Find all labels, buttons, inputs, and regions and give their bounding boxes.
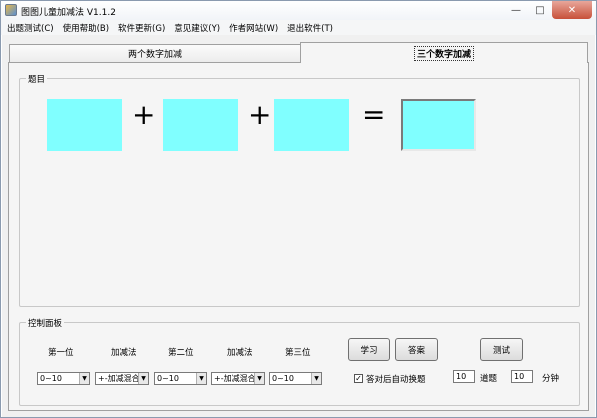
tab-three-numbers-label: 三个数字加减	[413, 45, 474, 61]
operator-1: +	[132, 98, 156, 131]
label-first-digit: 第一位	[48, 348, 74, 358]
third-digit-select[interactable]: 0~10 ▼	[269, 372, 322, 385]
time-limit-unit: 分钟	[542, 374, 560, 384]
maximize-icon[interactable]: □	[528, 1, 552, 19]
menu-update[interactable]: 软件更新(G)	[118, 22, 165, 34]
menu-help[interactable]: 使用帮助(B)	[63, 22, 109, 34]
title-bar[interactable]: 图图儿童加减法 V1.1.2 — □ ✕	[1, 1, 596, 20]
learn-button[interactable]: 学习	[348, 338, 390, 361]
control-legend: 控制面板	[26, 317, 65, 329]
test-button[interactable]: 测试	[480, 338, 523, 361]
window-controls: — □ ✕	[504, 1, 592, 19]
op-2-select[interactable]: +-加减混合 ▼	[211, 372, 265, 385]
chevron-down-icon: ▼	[254, 373, 264, 384]
chevron-down-icon: ▼	[311, 373, 321, 384]
third-number-box	[274, 99, 349, 151]
label-second-digit: 第二位	[168, 348, 194, 358]
first-number-box	[47, 99, 122, 151]
minimize-icon[interactable]: —	[504, 1, 528, 19]
tab-two-numbers[interactable]: 两个数字加减	[9, 44, 301, 62]
menu-website[interactable]: 作者网站(W)	[229, 22, 278, 34]
app-icon	[5, 4, 17, 16]
tab-panel: 题目 + + = 控制面板 第一位 加减法 第二位 加减法 第三位 0~10 ▼	[8, 62, 589, 411]
label-op-2: 加减法	[227, 348, 253, 358]
time-limit-input[interactable]: 10	[511, 370, 533, 383]
menu-feedback[interactable]: 意见建议(Y)	[174, 22, 220, 34]
op-1-value: +-加减混合	[98, 374, 140, 383]
second-digit-select[interactable]: 0~10 ▼	[154, 372, 207, 385]
label-third-digit: 第三位	[285, 348, 311, 358]
question-legend: 题目	[26, 73, 48, 85]
question-group: 题目 + + =	[19, 73, 580, 307]
answer-input[interactable]	[401, 99, 476, 151]
auto-next-checkbox[interactable]: ✓	[354, 374, 363, 383]
second-number-box	[163, 99, 238, 151]
first-digit-select[interactable]: 0~10 ▼	[37, 372, 90, 385]
equals-sign: =	[362, 98, 386, 131]
app-window: 图图儿童加减法 V1.1.2 — □ ✕ 出题测试(C) 使用帮助(B) 软件更…	[0, 0, 597, 418]
menu-test[interactable]: 出题测试(C)	[7, 22, 54, 34]
op-2-value: +-加减混合	[214, 374, 256, 383]
question-count-input[interactable]: 10	[453, 370, 475, 383]
tab-three-numbers[interactable]: 三个数字加减	[300, 42, 588, 63]
chevron-down-icon: ▼	[138, 373, 148, 384]
third-digit-value: 0~10	[272, 374, 294, 383]
menu-bar: 出题测试(C) 使用帮助(B) 软件更新(G) 意见建议(Y) 作者网站(W) …	[1, 20, 596, 35]
close-icon[interactable]: ✕	[552, 1, 592, 19]
operator-2: +	[248, 98, 272, 131]
question-count-unit: 道题	[480, 374, 498, 384]
first-digit-value: 0~10	[40, 374, 62, 383]
second-digit-value: 0~10	[157, 374, 179, 383]
control-group: 控制面板 第一位 加减法 第二位 加减法 第三位 0~10 ▼ +-加减混合 ▼…	[19, 317, 580, 406]
auto-next-label: 答对后自动换题	[366, 375, 426, 385]
answer-button[interactable]: 答案	[395, 338, 438, 361]
window-title: 图图儿童加减法 V1.1.2	[21, 8, 116, 18]
menu-exit[interactable]: 退出软件(T)	[287, 22, 333, 34]
chevron-down-icon: ▼	[79, 373, 89, 384]
op-1-select[interactable]: +-加减混合 ▼	[95, 372, 149, 385]
client-area: 两个数字加减 三个数字加减 题目 + + = 控制面板 第一位 加减法 第二位 …	[2, 35, 595, 417]
label-op-1: 加减法	[111, 348, 137, 358]
chevron-down-icon: ▼	[196, 373, 206, 384]
